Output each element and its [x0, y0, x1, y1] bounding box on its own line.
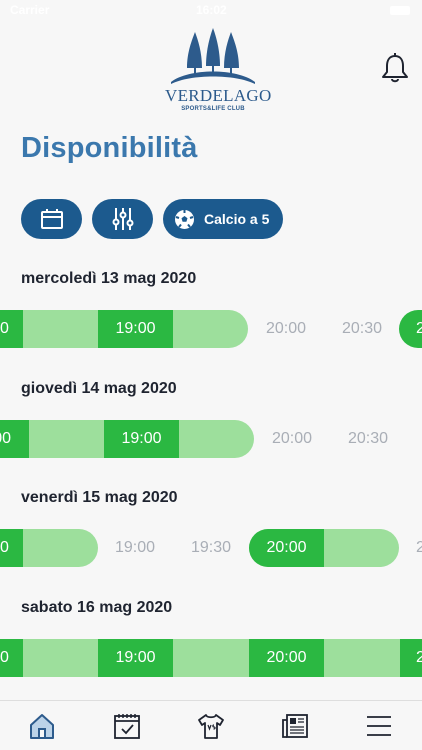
- slot-time: 2: [416, 649, 422, 666]
- slot-track: 0 19:00 20:00 2: [0, 639, 422, 677]
- tab-home[interactable]: [25, 710, 59, 742]
- slot-time: 20:00: [265, 320, 307, 337]
- slot-time: 2: [416, 539, 422, 556]
- slot-free[interactable]: 20:00: [262, 420, 322, 458]
- tab-bar: [0, 700, 422, 750]
- brand-tagline: SPORTS&LIFE CLUB: [181, 106, 245, 112]
- day-title: sabato 16 mag 2020: [21, 599, 173, 616]
- slot-time: 0: [0, 649, 9, 666]
- soccer-ball-icon: [175, 209, 194, 229]
- tab-bookings[interactable]: [110, 710, 144, 742]
- slot-selected[interactable]: 0: [0, 529, 23, 567]
- settings-filter-button[interactable]: [92, 199, 153, 239]
- slot-time: 0: [0, 539, 9, 556]
- day-title: giovedì 14 mag 2020: [21, 380, 177, 397]
- clock: 16:02: [196, 3, 227, 17]
- available-slot-range[interactable]: [0, 639, 422, 677]
- menu-icon: [367, 716, 391, 736]
- tab-menu[interactable]: [362, 710, 396, 742]
- sliders-icon: [112, 208, 133, 230]
- tab-team[interactable]: [194, 710, 228, 742]
- slot-selected[interactable]: 19:00: [98, 310, 173, 348]
- slot-time: 20:30: [341, 320, 383, 337]
- slot-time: 20:00: [271, 430, 313, 447]
- date-filter-button[interactable]: [21, 199, 82, 239]
- bell-icon: [382, 53, 408, 83]
- slot-time: 19:30: [190, 539, 232, 556]
- brand-logo: VERDELAGO SPORTS&LIFE CLUB: [165, 28, 272, 128]
- shirt-icon: [198, 714, 224, 739]
- news-icon: [282, 714, 308, 738]
- calendar-check-icon: [114, 714, 140, 739]
- slot-selected[interactable]: 19:00: [104, 420, 179, 458]
- battery-icon: [390, 6, 410, 15]
- page-title: Disponibilità: [21, 132, 198, 164]
- slot-selected[interactable]: 0: [0, 310, 23, 348]
- slot-time: 2: [416, 320, 422, 337]
- slot-time: 19:00: [114, 539, 156, 556]
- slot-time: 19:00: [115, 649, 156, 666]
- slot-free[interactable]: 20:30: [332, 310, 392, 348]
- slot-time: 20:00: [266, 539, 307, 556]
- day-title: venerdì 15 mag 2020: [21, 489, 178, 506]
- slot-time: 19:00: [121, 430, 162, 447]
- slot-free[interactable]: 20:00: [256, 310, 316, 348]
- slot-selected[interactable]: 00: [0, 420, 29, 458]
- slot-time: 20:30: [347, 430, 389, 447]
- home-icon: [30, 714, 54, 739]
- slot-time: 20:00: [266, 649, 307, 666]
- slot-time: 00: [0, 430, 11, 447]
- slot-selected[interactable]: 20:00: [249, 529, 324, 567]
- day-title: mercoledì 13 mag 2020: [21, 270, 197, 287]
- sport-filter-label: Calcio a 5: [204, 211, 270, 227]
- slot-free[interactable]: 19:00: [105, 529, 165, 567]
- calendar-icon: [40, 209, 63, 229]
- slot-track: 00 19:00 20:00 20:30: [0, 420, 422, 458]
- carrier-label: Carrier: [10, 3, 50, 17]
- sport-filter-button[interactable]: Calcio a 5: [163, 199, 283, 239]
- tab-news[interactable]: [278, 710, 312, 742]
- slot-selected[interactable]: 20:00: [249, 639, 324, 677]
- slot-selected[interactable]: 2: [399, 310, 422, 348]
- slot-selected[interactable]: 19:00: [98, 639, 173, 677]
- status-bar: Carrier 16:02: [0, 0, 422, 20]
- slot-free[interactable]: 2: [408, 529, 422, 567]
- slot-free[interactable]: 20:30: [338, 420, 398, 458]
- slot-selected[interactable]: 0: [0, 639, 23, 677]
- tree-logo-icon: [171, 28, 255, 84]
- slot-time: 19:00: [115, 320, 156, 337]
- slot-selected[interactable]: 2: [400, 639, 422, 677]
- notifications-button[interactable]: [380, 52, 410, 84]
- app-header: VERDELAGO SPORTS&LIFE CLUB: [0, 20, 422, 130]
- slot-track: 0 19:00 20:00 20:30 2: [0, 310, 422, 348]
- slot-track: 0 19:00 19:30 20:00 2: [0, 529, 422, 567]
- slot-free[interactable]: 19:30: [181, 529, 241, 567]
- brand-name: VERDELAGO: [165, 86, 272, 105]
- slot-time: 0: [0, 320, 9, 337]
